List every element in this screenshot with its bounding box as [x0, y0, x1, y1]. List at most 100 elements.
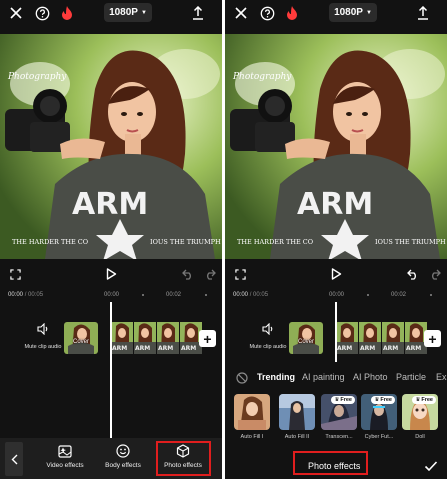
time-display: 00:00 / 00:05	[8, 292, 43, 298]
tab-more[interactable]: Exp	[436, 372, 447, 382]
caption-text: THE HARDER THE CO	[237, 238, 313, 246]
effect-category-tabs: Trending AI painting AI Photo Particle E…	[225, 370, 447, 388]
effect-thumbnail	[279, 394, 315, 430]
resolution-label: 1080P	[109, 7, 138, 18]
export-icon[interactable]	[189, 4, 207, 22]
current-time: 00:00	[8, 292, 24, 298]
watermark-text: Photography	[7, 72, 67, 82]
effect-item-cyber-future[interactable]: ♛ Free Cyber Fut...	[361, 394, 397, 440]
editor-screen-photo-effects: 1080P ▼ ARM Photography THE HARDER THE C…	[225, 0, 447, 479]
clip-frame: ARM	[134, 322, 156, 354]
play-icon[interactable]	[328, 266, 344, 282]
svg-text:ARM: ARM	[360, 345, 375, 352]
close-icon[interactable]	[7, 4, 25, 22]
free-badge-label: Free	[380, 397, 392, 403]
redo-icon[interactable]	[427, 266, 443, 282]
help-icon[interactable]	[33, 4, 51, 22]
cover-label: Cover	[72, 339, 89, 345]
resolution-selector[interactable]: 1080P ▼	[329, 3, 377, 22]
play-icon[interactable]	[103, 266, 119, 282]
mute-clip-audio-button[interactable]: Mute clip audio	[243, 322, 293, 350]
ruler-tick	[430, 294, 432, 296]
flame-icon[interactable]	[58, 4, 76, 22]
top-bar: 1080P ▼	[0, 0, 222, 28]
free-badge: ♛ Free	[331, 396, 355, 404]
highlight-box	[156, 441, 211, 476]
clip-frame: ARM	[359, 322, 381, 354]
crown-icon: ♛	[415, 397, 421, 403]
body-effects-button[interactable]: Body effects	[95, 444, 151, 474]
video-effects-icon	[37, 444, 93, 458]
tab-ai-photo[interactable]: AI Photo	[353, 372, 388, 382]
ruler-label: 00:02	[391, 292, 407, 298]
video-effects-button[interactable]: Video effects	[37, 444, 93, 474]
ruler-tick	[367, 294, 369, 296]
svg-text:ARM: ARM	[181, 345, 196, 352]
clip-frame: ARM	[111, 322, 133, 354]
playhead[interactable]	[110, 302, 112, 438]
undo-icon[interactable]	[405, 266, 421, 282]
effect-item-doll[interactable]: ♛ Free Doll	[402, 394, 438, 440]
video-effects-label: Video effects	[46, 462, 84, 469]
resolution-selector[interactable]: 1080P ▼	[104, 3, 152, 22]
caption-text: THE HARDER THE CO	[12, 238, 88, 246]
time-display: 00:00 / 00:05	[233, 292, 268, 298]
export-icon[interactable]	[414, 4, 432, 22]
add-clip-button[interactable]: +	[424, 330, 441, 347]
clip-frame: ARM	[336, 322, 358, 354]
cover-button[interactable]: Cover	[64, 322, 98, 354]
redo-icon[interactable]	[202, 266, 218, 282]
effect-item-auto-fill-2[interactable]: Auto Fill II	[279, 394, 315, 440]
ruler-tick	[205, 294, 207, 296]
mute-label: Mute clip audio	[24, 344, 62, 350]
tab-trending[interactable]: Trending	[257, 372, 295, 382]
playback-controls	[0, 264, 222, 284]
effect-label: Doll	[415, 434, 425, 440]
cover-button[interactable]: Cover	[289, 322, 323, 354]
flame-icon[interactable]	[283, 4, 301, 22]
svg-text:ARM: ARM	[383, 345, 398, 352]
current-time: 00:00	[233, 292, 249, 298]
ruler-label: 00:00	[329, 292, 345, 298]
fullscreen-icon[interactable]	[232, 266, 248, 282]
watermark-text: Photography	[232, 72, 292, 82]
cover-label: Cover	[297, 339, 314, 345]
effect-label: Transcen...	[325, 434, 353, 440]
video-clip-track[interactable]: ARM ARM ARM ARM	[111, 322, 204, 354]
svg-text:ARM: ARM	[135, 345, 150, 352]
video-preview[interactable]: ARM Photography THE HARDER THE CO IOUS T…	[0, 34, 222, 259]
mute-label: Mute clip audio	[249, 344, 287, 350]
fullscreen-icon[interactable]	[7, 266, 23, 282]
effect-thumbnail	[234, 394, 270, 430]
mute-clip-audio-button[interactable]: Mute clip audio	[18, 322, 68, 350]
back-button[interactable]	[5, 442, 23, 476]
playhead[interactable]	[335, 302, 337, 362]
crown-icon: ♛	[374, 397, 380, 403]
smiley-face-icon	[95, 444, 151, 458]
video-clip-track[interactable]: ARM ARM ARM ARM	[336, 322, 429, 354]
effect-label: Cyber Fut...	[364, 434, 394, 440]
close-icon[interactable]	[232, 4, 250, 22]
effect-item-transcend[interactable]: ♛ Free Transcen...	[321, 394, 357, 440]
effect-thumbnail: ♛ Free	[321, 394, 357, 430]
help-icon[interactable]	[258, 4, 276, 22]
shirt-text: ARM	[297, 187, 373, 222]
add-clip-button[interactable]: +	[199, 330, 216, 347]
crown-icon: ♛	[334, 397, 340, 403]
resolution-label: 1080P	[334, 7, 363, 18]
ruler-label: 00:02	[166, 292, 182, 298]
total-time: / 00:05	[249, 292, 269, 298]
svg-text:ARM: ARM	[406, 345, 421, 352]
effect-item-auto-fill-1[interactable]: Auto Fill I	[234, 394, 270, 440]
speaker-icon	[262, 322, 273, 336]
tab-particle[interactable]: Particle	[396, 372, 426, 382]
ruler-label: 00:00	[104, 292, 120, 298]
svg-text:ARM: ARM	[112, 345, 127, 352]
body-effects-label: Body effects	[105, 462, 141, 469]
free-badge: ♛ Free	[412, 396, 436, 404]
tab-ai-painting[interactable]: AI painting	[302, 372, 345, 382]
chevron-left-icon	[11, 454, 17, 464]
video-preview[interactable]: ARM Photography THE HARDER THE CO IOUS T…	[225, 34, 447, 259]
confirm-check-icon[interactable]	[424, 460, 438, 472]
undo-icon[interactable]	[180, 266, 196, 282]
